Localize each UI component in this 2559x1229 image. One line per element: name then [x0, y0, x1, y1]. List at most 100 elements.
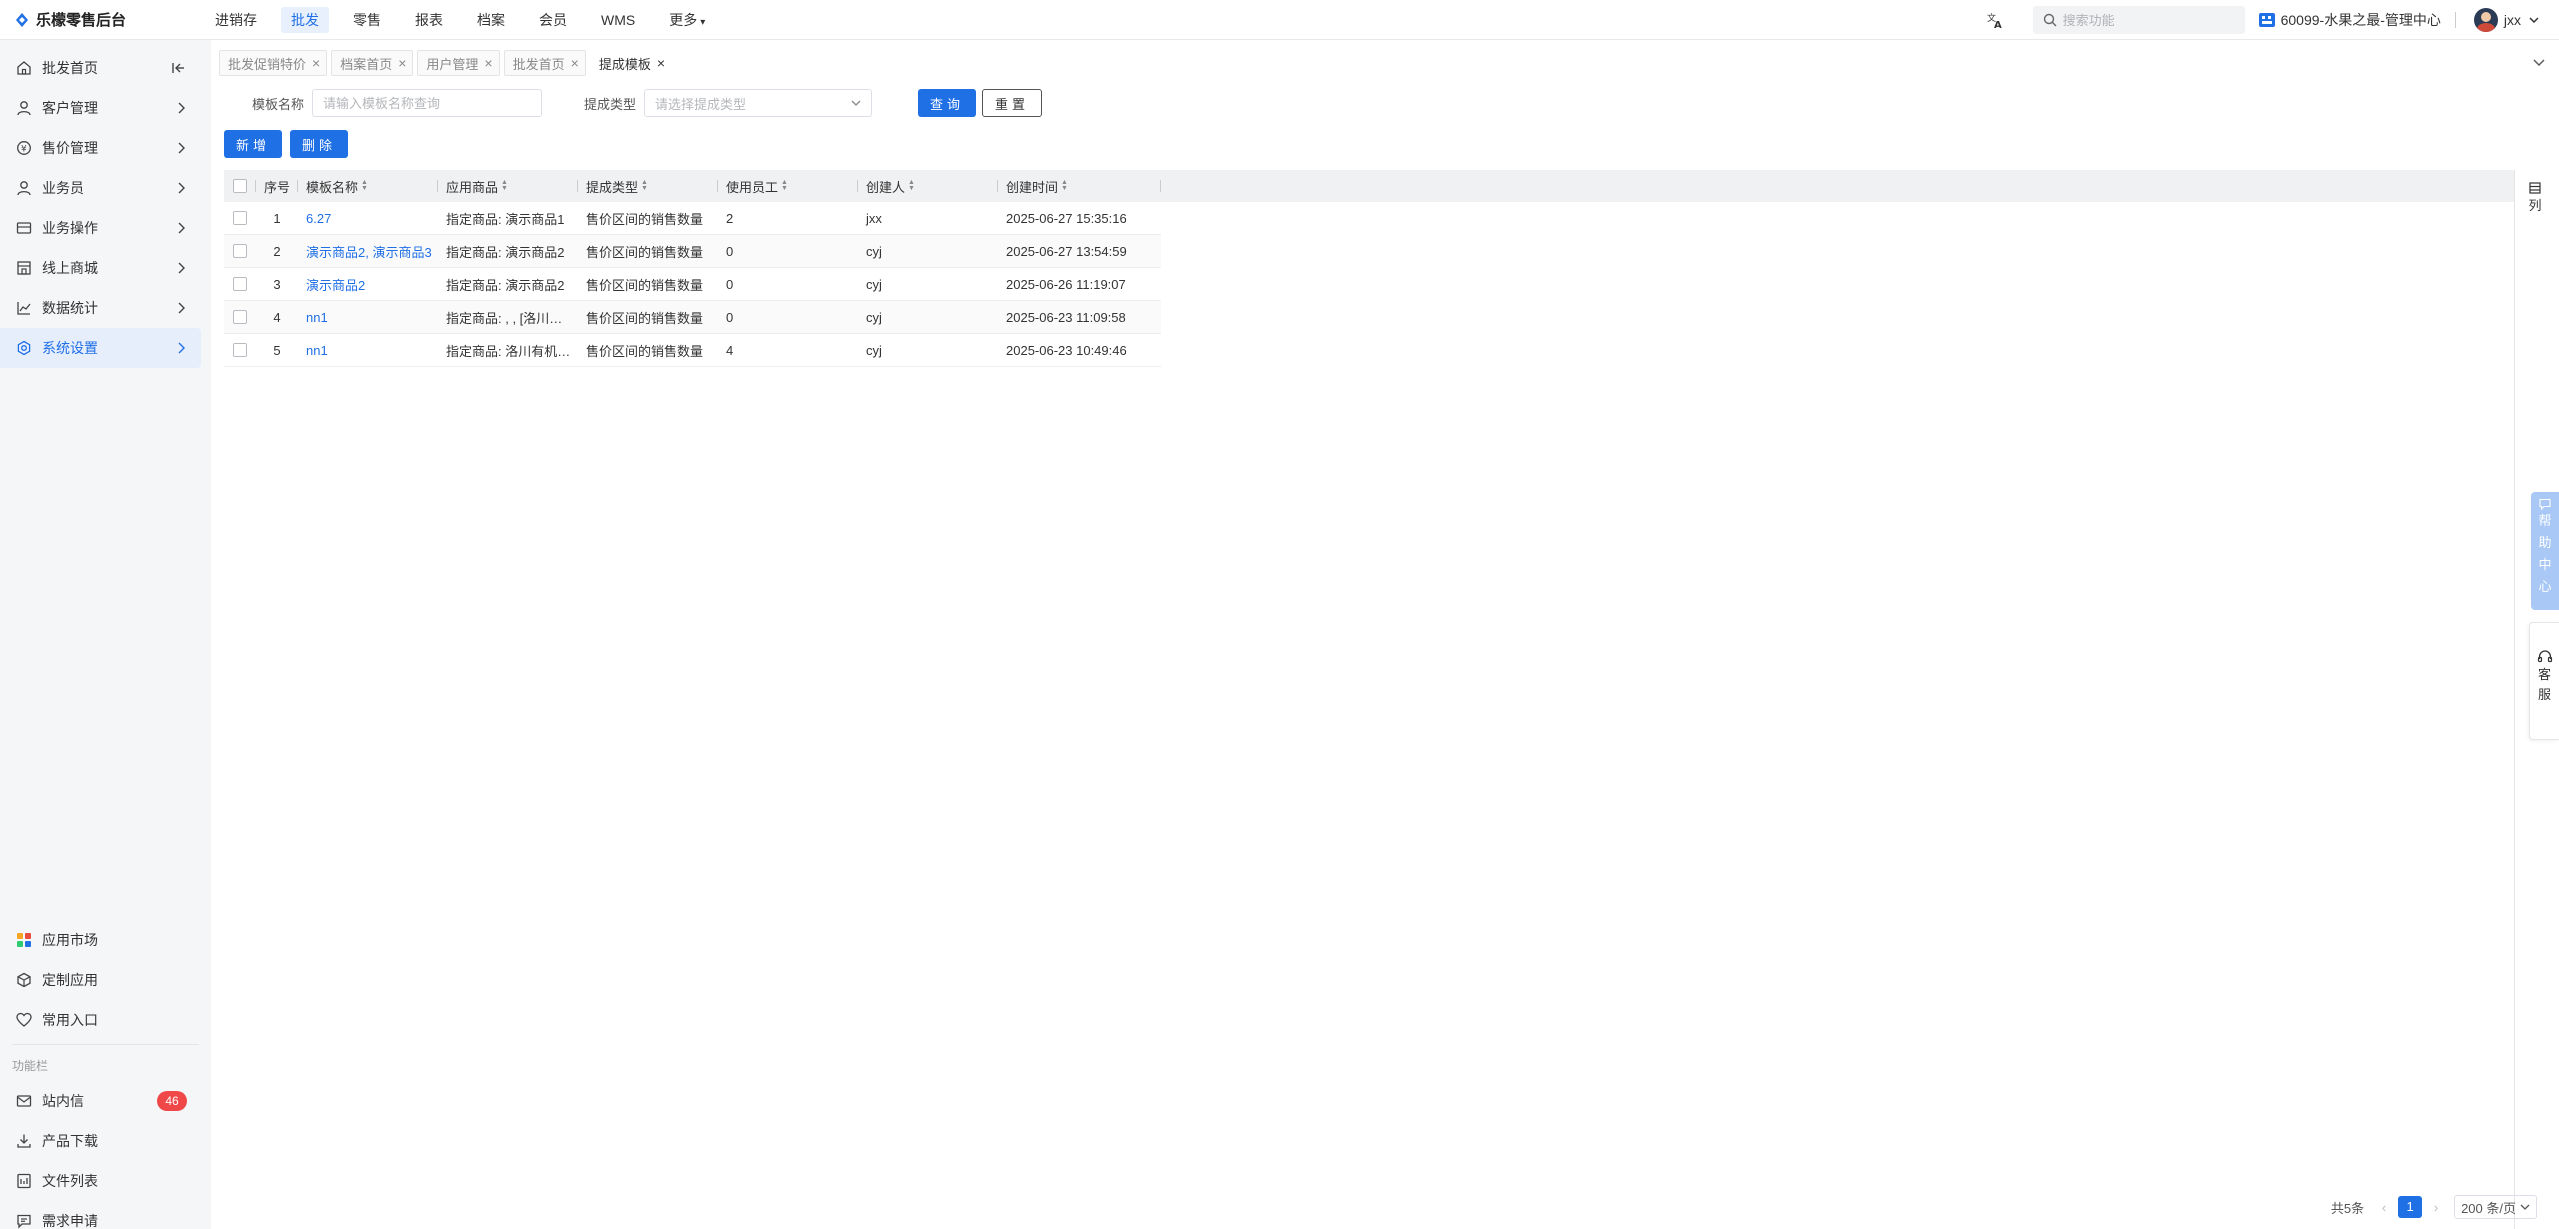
top-bar: 乐檬零售后台 进销存 批发 零售 报表 档案 会员 WMS 更多▾ 文A 600… [0, 0, 2559, 40]
table-row[interactable]: 2 演示商品2, 演示商品3 指定商品: 演示商品2 售价区间的销售数量 0 c… [224, 235, 1161, 268]
close-icon[interactable]: × [657, 55, 665, 71]
row-checkbox[interactable] [233, 211, 247, 225]
table-row[interactable]: 3 演示商品2 指定商品: 演示商品2 售价区间的销售数量 0 cyj 2025… [224, 268, 1161, 301]
prev-page-icon[interactable]: ‹ [2374, 1200, 2394, 1215]
column-settings-button[interactable]: 列 [2527, 182, 2543, 214]
query-button[interactable]: 查询 [918, 89, 977, 117]
chevron-right-icon [177, 221, 185, 237]
topnav-inventory[interactable]: 进销存 [205, 7, 267, 33]
table-row[interactable]: 4 nn1 指定商品: , , [洛川苹果] 售价区间的销售数量 0 cyj 2… [224, 301, 1161, 334]
function-search[interactable] [2032, 6, 2245, 34]
sidebar-item-statistics[interactable]: 数据统计 [0, 288, 211, 328]
row-checkbox[interactable] [233, 343, 247, 357]
logo-icon [16, 12, 28, 27]
template-name-link[interactable]: nn1 [306, 310, 438, 325]
close-icon[interactable]: × [571, 55, 579, 71]
topnav-retail[interactable]: 零售 [343, 7, 391, 33]
header-goods[interactable]: 应用商品 ▲ ▼ [438, 170, 578, 202]
sidebar-item-app-market[interactable]: 应用市场 [0, 920, 211, 960]
translate-icon[interactable]: 文A [1983, 8, 2007, 32]
sidebar-item-custom-apps[interactable]: 定制应用 [0, 960, 211, 1000]
row-creator: cyj [866, 243, 882, 259]
tab-user-management[interactable]: 用户管理 × [417, 50, 500, 76]
row-checkbox[interactable] [233, 244, 247, 258]
sidebar-item-label: 数据统计 [42, 300, 98, 316]
tab-commission-template[interactable]: 提成模板 × [589, 50, 673, 76]
topnav-wms[interactable]: WMS [591, 7, 645, 33]
org-switcher[interactable]: 60099-水果之最-管理中心 [2258, 10, 2441, 30]
row-goods-cell: 指定商品: 洛川有机苹果 [438, 334, 578, 366]
search-input[interactable] [2062, 12, 2233, 28]
topnav-archives[interactable]: 档案 [467, 7, 515, 33]
template-name-link[interactable]: 演示商品2 [306, 275, 438, 294]
sidebar-item-favorites[interactable]: 常用入口 [0, 1000, 211, 1040]
row-goods: 指定商品: 演示商品1 [446, 211, 565, 227]
sidebar-item-messages[interactable]: 站内信 46 [0, 1081, 211, 1121]
sort-icon[interactable]: ▲ ▼ [641, 179, 648, 192]
user-menu[interactable]: jxx [2473, 8, 2539, 32]
customer-service-tab[interactable]: 客 服 [2529, 622, 2559, 740]
reset-button[interactable]: 重置 [982, 89, 1043, 117]
topnav-reports[interactable]: 报表 [405, 7, 453, 33]
table-row[interactable]: 5 nn1 指定商品: 洛川有机苹果 售价区间的销售数量 4 cyj 2025-… [224, 334, 1161, 367]
app-logo[interactable]: 乐檬零售后台 [0, 9, 205, 30]
sidebar-item-customers[interactable]: 客户管理 [0, 88, 211, 128]
sort-icon[interactable]: ▲ ▼ [781, 179, 788, 192]
template-name-link[interactable]: 6.27 [306, 211, 438, 226]
help-center-tab[interactable]: 帮 助 中 心 [2531, 492, 2559, 610]
topnav-members[interactable]: 会员 [529, 7, 577, 33]
topnav-more[interactable]: 更多 ▾ [659, 7, 715, 33]
header-label: 应用商品 [446, 179, 499, 195]
collapse-sidebar-icon[interactable] [171, 61, 185, 78]
row-type: 售价区间的销售数量 [586, 277, 704, 293]
chevron-right-icon [177, 101, 185, 117]
close-icon[interactable]: × [398, 55, 406, 71]
sort-icon[interactable]: ▲ ▼ [361, 179, 368, 192]
row-name-cell: 演示商品2, 演示商品3 [298, 235, 438, 267]
sidebar-item-label: 产品下载 [42, 1133, 98, 1149]
sidebar-item-files[interactable]: 文件列表 [0, 1161, 211, 1201]
header-staff[interactable]: 使用员工 ▲ ▼ [718, 170, 858, 202]
current-page[interactable]: 1 [2398, 1196, 2423, 1218]
chevron-right-icon [177, 181, 185, 197]
sort-icon[interactable]: ▲ ▼ [908, 179, 915, 192]
page-size-value: 200 条/页 [2461, 1200, 2516, 1216]
template-name-link[interactable]: 演示商品2, 演示商品3 [306, 242, 438, 261]
row-index: 4 [273, 309, 281, 325]
tab-wholesale-home[interactable]: 批发首页 × [503, 50, 586, 76]
sidebar-item-label: 站内信 [42, 1093, 84, 1109]
topnav-wholesale[interactable]: 批发 [281, 6, 329, 33]
row-checkbox[interactable] [233, 277, 247, 291]
template-name-link[interactable]: nn1 [306, 343, 438, 358]
header-type[interactable]: 提成类型 ▲ ▼ [578, 170, 718, 202]
header-creator[interactable]: 创建人 ▲ ▼ [858, 170, 998, 202]
cube-icon [14, 970, 34, 990]
page-size-select[interactable]: 200 条/页 [2454, 1195, 2537, 1219]
sidebar-item-salesmen[interactable]: 业务员 [0, 168, 211, 208]
sidebar-item-requests[interactable]: 需求申请 [0, 1201, 211, 1229]
sort-icon[interactable]: ▲ ▼ [1061, 179, 1068, 192]
sidebar-item-settings[interactable]: 系统设置 [0, 328, 201, 368]
close-icon[interactable]: × [484, 55, 492, 71]
tab-archive-home[interactable]: 档案首页 × [331, 50, 414, 76]
table-row[interactable]: 1 6.27 指定商品: 演示商品1 售价区间的销售数量 2 jxx 2025-… [224, 202, 1161, 235]
sidebar-item-operations[interactable]: 业务操作 [0, 208, 211, 248]
delete-button[interactable]: 删除 [290, 130, 349, 158]
tab-wholesale-promo[interactable]: 批发促销特价 × [219, 50, 328, 76]
chevron-down-icon[interactable] [2531, 54, 2547, 70]
row-checkbox[interactable] [233, 310, 247, 324]
header-time[interactable]: 创建时间 ▲ ▼ [998, 170, 1161, 202]
add-button[interactable]: 新增 [224, 130, 283, 158]
columns-icon [2529, 182, 2541, 194]
sort-icon[interactable]: ▲ ▼ [501, 179, 508, 192]
close-icon[interactable]: × [312, 55, 320, 71]
sidebar-item-wholesale-home[interactable]: 批发首页 [0, 48, 211, 88]
next-page-icon[interactable]: › [2426, 1200, 2446, 1215]
sidebar-item-pricing[interactable]: ¥ 售价管理 [0, 128, 211, 168]
header-name[interactable]: 模板名称 ▲ ▼ [298, 170, 438, 202]
sidebar-item-online-mall[interactable]: 线上商城 [0, 248, 211, 288]
template-name-input[interactable] [312, 89, 543, 117]
sidebar-item-downloads[interactable]: 产品下载 [0, 1121, 211, 1161]
select-all-checkbox[interactable] [233, 179, 247, 193]
commission-type-select[interactable]: 请选择提成类型 [644, 89, 873, 117]
